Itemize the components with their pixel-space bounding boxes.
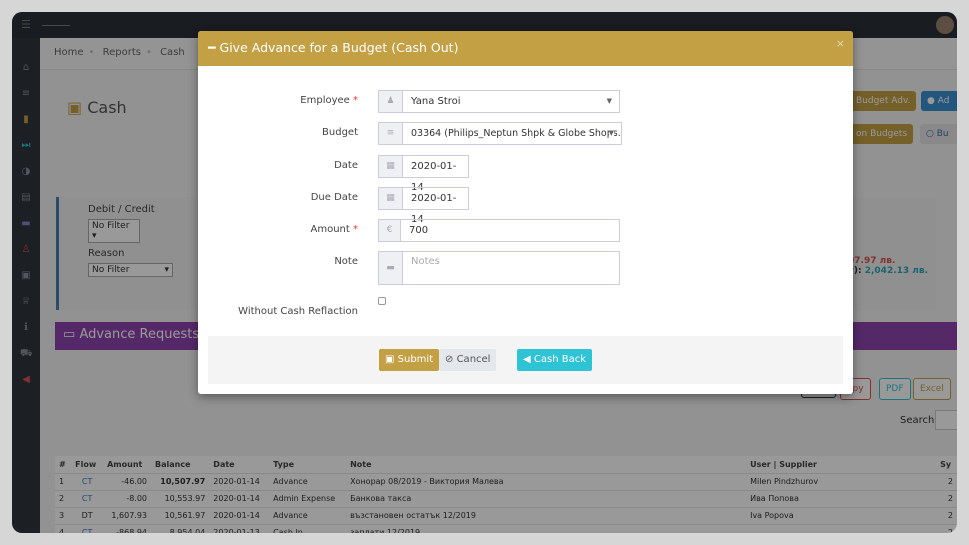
due-date-input[interactable]: ▦ 2020-01-14	[378, 187, 469, 225]
budget-select[interactable]: ≡ 03364 (Philips_Neptun Shpk & Globe Shop…	[378, 122, 622, 145]
employee-label: Employee *	[300, 95, 358, 106]
date-label: Date	[334, 160, 358, 171]
ban-icon: ⊘	[445, 354, 454, 365]
euro-icon: €	[379, 220, 401, 241]
give-advance-modal: ━ Give Advance for a Budget (Cash Out) ×…	[198, 31, 853, 394]
amount-input[interactable]: €700	[378, 219, 620, 242]
app-window: ☰ ⌂ ≡ ▮ ⏭ ◑ ▤ ▬ ♙ ▣ ♕ ℹ ⛟ ◀ Home • Report…	[12, 12, 957, 533]
note-label: Note	[334, 256, 358, 267]
budget-label: Budget	[322, 127, 358, 138]
save-icon: ▣	[385, 354, 395, 365]
submit-button[interactable]: ▣ Submit	[379, 349, 440, 371]
calendar-icon: ▦	[379, 188, 403, 209]
modal-header: ━ Give Advance for a Budget (Cash Out)	[198, 31, 853, 66]
due-date-label: Due Date	[310, 192, 358, 203]
user-icon: ♟	[379, 91, 403, 112]
list-icon: ≡	[379, 123, 403, 144]
calendar-icon: ▦	[379, 156, 403, 177]
caret-down-icon: ▼	[606, 97, 612, 105]
amount-label: Amount *	[310, 224, 358, 235]
cash-back-button[interactable]: ◀ Cash Back	[517, 349, 593, 371]
close-icon[interactable]: ×	[836, 37, 845, 50]
without-cash-label: Without Cash Reflaction	[238, 306, 358, 317]
arrow-circle-left-icon: ◀	[523, 354, 531, 365]
minus-icon: ━	[208, 40, 216, 55]
modal-footer: ▣ Submit ⊘ Cancel ◀ Cash Back	[208, 336, 843, 384]
caret-down-icon: ▼	[608, 123, 614, 144]
employee-select[interactable]: ♟ Yana Stroi ▼	[378, 90, 620, 113]
note-textarea[interactable]: ▬ Notes	[378, 251, 620, 285]
note-icon: ▬	[379, 252, 403, 284]
cancel-button[interactable]: ⊘ Cancel	[439, 349, 497, 371]
date-input[interactable]: ▦ 2020-01-14	[378, 155, 469, 193]
without-cash-checkbox[interactable]	[378, 297, 386, 305]
